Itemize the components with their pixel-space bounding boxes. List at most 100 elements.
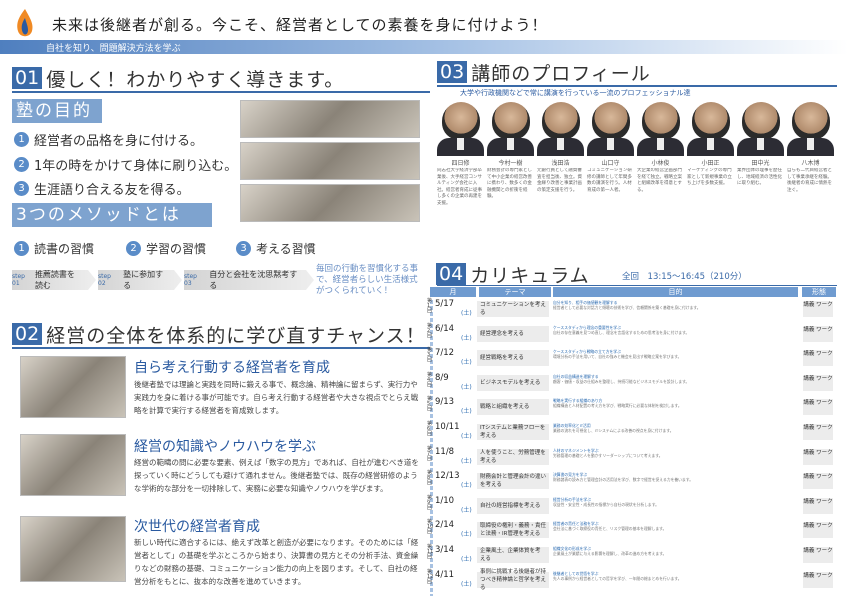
- row-purpose: 組織文化の形成を学ぶ 企業風土が業績に与える影響を理解し、改革の進め方を考えます。: [553, 546, 798, 564]
- row-purpose-text: 環境分析の手法を用いて、自社の強みと機会を見出す戦略立案を学びます。: [553, 354, 682, 360]
- row-theme: ITシステムと業務フローを考える: [477, 424, 549, 440]
- row-purpose-text: 自社の存在意義を見つめ直し、理念を言語化するための思考法を身に付けます。: [553, 329, 690, 335]
- row-format: 講義 ワーク: [803, 448, 833, 465]
- section-02-header: 02 経営の全体を体系的に学び直すチャンス！: [12, 322, 426, 347]
- section-01-title: 優しく！わかりやすく導きます。: [46, 68, 345, 91]
- row-format: 講義 ワーク: [803, 350, 833, 367]
- row-purpose: 戦略を実行する組織のあり方 組織構造と人材配置の考え方を学び、戦略実行に必要な体制…: [553, 398, 798, 416]
- row-theme: ビジネスモデルを考える: [477, 374, 549, 391]
- subtitle-text: 自社を知り、問題解決方法を学ぶ: [46, 44, 181, 54]
- row-purpose-text: 組織構造と人材配置の考え方を学び、戦略実行に必要な体制を検討します。: [553, 403, 682, 409]
- row-date-cell: 第9回 1/10 (土): [427, 495, 477, 516]
- block-text-1: 後継者塾では理論と実践を同時に鍛える事で、概念論、精神論に留まらず、実行力や実践…: [134, 380, 419, 415]
- step-note: 毎回の行動を習慣化する事で、経営者らしい生活様式がつくられていく！: [316, 264, 419, 296]
- teacher-name-1: 四日修: [451, 160, 470, 167]
- teacher-card-1: 四日修 同志社大学経済学部卒業後、大手経営コンサルティング会社に入社。経営者育成に…: [437, 102, 484, 222]
- row-date: 8/9: [435, 372, 449, 383]
- curriculum-row: 第2回 6/14 (土) 経営理念を考える ケーススタディから理念の重要性を学ぶ 自社の存…: [427, 322, 836, 344]
- step-3: step 03 自分と会社を沈思黙考する: [184, 270, 314, 290]
- block-photo-2: [20, 434, 126, 496]
- row-date: 3/14: [435, 545, 455, 555]
- curriculum-row: 第8回 12/13 (土) 財務会計と管理会計の違いを考える 決算書の見方を学ぶ 財務諸表…: [427, 471, 836, 491]
- column-month: 月: [430, 287, 476, 297]
- page-headline: 未来は後継者が創る。今こそ、経営者としての素養を身に付けよう！: [52, 16, 548, 34]
- curriculum-row: 第5回 9/13 (土) 戦略と組織を考える 戦略を実行する組織のあり方 組織構造と人材配…: [427, 397, 836, 417]
- row-theme: コミュニケーションを考える: [477, 301, 549, 317]
- row-date-cell: 第3回 7/12 (土): [427, 348, 477, 368]
- seminar-photo-2: [240, 142, 420, 180]
- row-weekday: (土): [461, 457, 472, 465]
- teacher-bio-8: 自らも二代目経営者として事業承継を経験。後継者の育成に情熱を注ぐ。: [787, 168, 832, 193]
- row-format: 講義 ワーク: [803, 374, 833, 391]
- column-theme: テーマ: [479, 287, 551, 297]
- row-session: 第1回: [427, 298, 433, 314]
- teacher-name-5: 小林俊: [651, 160, 670, 167]
- goal-number-1: 1: [14, 132, 29, 147]
- row-date: 10/11: [435, 422, 460, 432]
- section-01-divider: [12, 91, 430, 93]
- row-date-cell: 第11回 3/14 (土): [427, 545, 477, 565]
- row-date-cell: 第2回 6/14 (土): [427, 322, 477, 344]
- row-format: 講義 ワーク: [803, 399, 833, 416]
- row-theme: 取締役の権利・義務・責任と法務・IR管理を考える: [477, 522, 549, 539]
- step-3-text: 自分と会社を沈思黙考する: [209, 270, 298, 290]
- step-1: step 01 推薦読書を読む: [12, 270, 96, 290]
- row-date: 4/11: [435, 569, 455, 580]
- row-session: 第4回: [427, 371, 433, 388]
- row-purpose: 経営者の責任と法務を学ぶ 会社法に基づく取締役の責任と、リスク管理の基本を理解しま…: [553, 521, 798, 539]
- row-purpose: 決算書の見方を学ぶ 財務諸表の読み方と管理会計の活用法を学び、数字で経営を捉える力…: [553, 472, 798, 490]
- row-theme: 人を使うこと、労務管理を考える: [477, 448, 549, 465]
- row-date-cell: 第4回 8/9 (土): [427, 371, 477, 393]
- teacher-bio-7: 業界団体の理事を歴任し、地域経済の活性化に取り組む。: [737, 168, 782, 186]
- row-date: 6/14: [435, 323, 455, 334]
- row-session: 第10回: [427, 519, 434, 536]
- habit-number-3: 3: [236, 241, 251, 256]
- row-session: 第3回: [427, 347, 433, 364]
- teacher-name-3: 浅田浩: [551, 160, 570, 167]
- teacher-name-7: 田中光: [751, 160, 770, 167]
- row-purpose-text: 収益性・安全性・成長性の指標から自社の現状を分析します。: [553, 501, 659, 507]
- teacher-card-3: 浅田浩 元銀行員として融資審査を担当後、独立。資金繰り改善と事業計画の策定支援を行…: [537, 102, 584, 222]
- section-02-number: 02: [12, 323, 43, 345]
- seminar-photo-1: [240, 100, 420, 138]
- curriculum-row: 第10回 2/14 (土) 取締役の権利・義務・責任と法務・IR管理を考える 経営者の責…: [427, 520, 836, 540]
- row-format: 講義 ワーク: [803, 571, 833, 588]
- section-03-header: 03 講師のプロフィール: [437, 60, 651, 85]
- row-weekday: (土): [461, 433, 472, 440]
- goal-item-1: 1 経営者の品格を身に付ける。: [14, 130, 203, 149]
- goal-text-1: 経営者の品格を身に付ける。: [34, 134, 204, 149]
- curriculum-row: 第11回 3/14 (土) 企業風土、企業体質を考える 組織文化の形成を学ぶ 企業風土が業…: [427, 545, 836, 565]
- step-1-text: 推薦読書を読む: [34, 270, 75, 290]
- seminar-photo-3: [240, 184, 420, 222]
- row-date: 7/12: [435, 348, 455, 359]
- teacher-photo-4: [591, 102, 630, 140]
- row-session: 第8回: [427, 470, 433, 487]
- teacher-bio-4: コミュニケーション研修の講師として年間多数の講演を行う。人材育成の第一人者。: [587, 168, 632, 193]
- row-session: 第2回: [427, 322, 433, 339]
- purpose-title: 塾の目的: [12, 99, 102, 123]
- row-date: 12/13: [435, 471, 460, 482]
- teacher-photo-8: [791, 102, 830, 140]
- step-3-tag: step 03: [184, 273, 197, 287]
- schedule-time-label: 全回: [622, 272, 640, 282]
- row-session: 第11回: [427, 544, 434, 560]
- block-photo-1: [20, 356, 126, 418]
- step-2: step 02 塾に参加する: [98, 270, 182, 290]
- teacher-bio-1: 同志社大学経済学部卒業後、大手経営コンサルティング会社に入社。経営者育成に従事し…: [437, 168, 482, 206]
- row-date: 2/14: [435, 520, 455, 531]
- section-03-divider: [437, 85, 837, 87]
- row-weekday: (土): [461, 334, 472, 342]
- curriculum-row: 第7回 11/8 (土) 人を使うこと、労務管理を考える 人材のマネジメントを学ぶ 労務管…: [427, 446, 836, 467]
- row-theme: 自社の経営指標を考える: [477, 497, 549, 514]
- habit-item-1: 1 読書の習慣: [14, 240, 94, 257]
- section-04-divider: [437, 285, 837, 286]
- row-theme: 企業風土、企業体質を考える: [477, 547, 549, 563]
- teacher-photo-3: [541, 102, 580, 140]
- curriculum-row: 第6回 10/11 (土) ITシステムと業務フローを考える 業務の効率化とIT活用 業務…: [427, 422, 836, 442]
- teacher-photo-1: [441, 102, 480, 140]
- row-date-cell: 第5回 9/13 (土): [427, 397, 477, 417]
- row-date-cell: 第1回 5/17 (土): [427, 299, 477, 319]
- row-format: 講義 ワーク: [803, 522, 833, 539]
- teacher-card-4: 山口守 コミュニケーション研修の講師として年間多数の講演を行う。人材育成の第一人者…: [587, 102, 634, 222]
- row-purpose: 後継者としての覚悟を学ぶ 先人の事例から経営者としての哲学を学び、一年間の総まとめ…: [553, 571, 798, 589]
